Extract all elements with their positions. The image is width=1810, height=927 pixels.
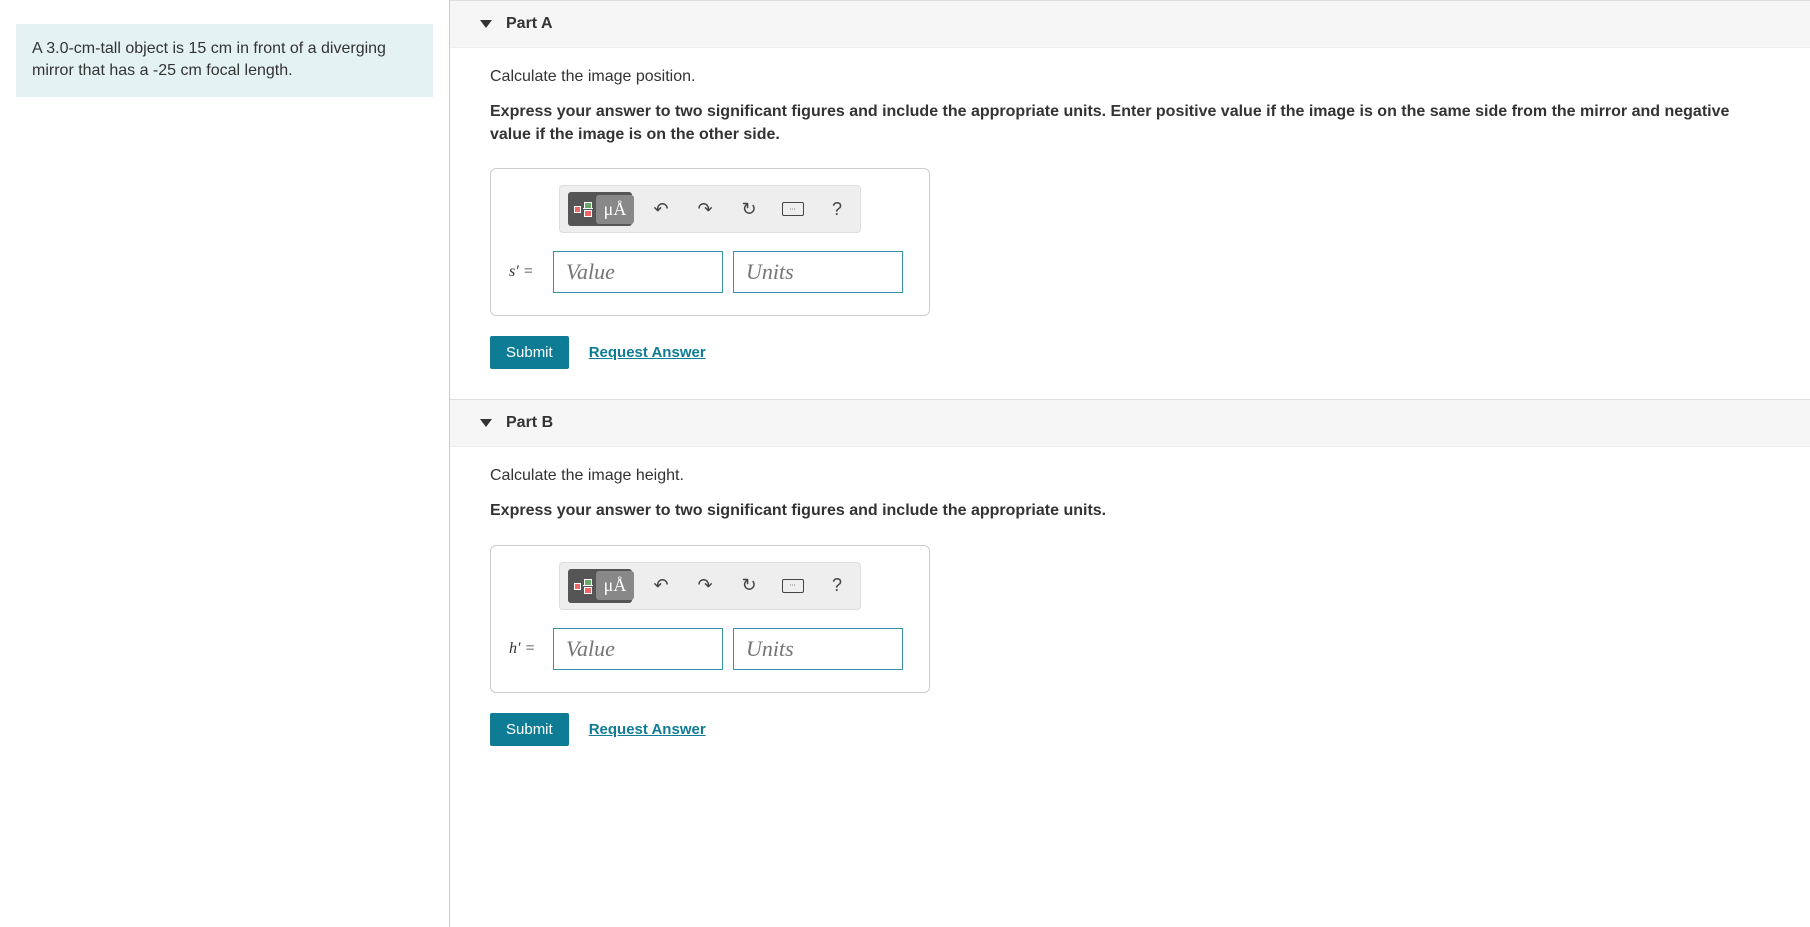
units-symbol-button[interactable]: μÅ bbox=[600, 194, 630, 224]
help-button[interactable]: ? bbox=[822, 194, 852, 224]
templates-button[interactable] bbox=[570, 571, 600, 601]
template-button-group: μÅ bbox=[568, 569, 632, 603]
part-a-variable: s′ = bbox=[509, 263, 543, 281]
templates-button[interactable] bbox=[570, 194, 600, 224]
part-b-toolbar: μÅ ↶ ↷ ↻ ⋯ ? bbox=[559, 562, 861, 610]
units-symbol-button[interactable]: μÅ bbox=[600, 571, 630, 601]
templates-icon bbox=[574, 575, 596, 597]
templates-icon bbox=[574, 198, 596, 220]
undo-button[interactable]: ↶ bbox=[646, 194, 676, 224]
part-a-request-answer-link[interactable]: Request Answer bbox=[589, 344, 706, 361]
reset-icon: ↻ bbox=[741, 575, 756, 596]
part-b-actions: Submit Request Answer bbox=[490, 713, 1770, 746]
problem-statement: A 3.0-cm-tall object is 15 cm in front o… bbox=[16, 24, 433, 97]
part-b-units-input[interactable] bbox=[733, 628, 903, 670]
part-b-instructions: Express your answer to two significant f… bbox=[490, 499, 1770, 522]
part-a-units-input[interactable] bbox=[733, 251, 903, 293]
main-content: Part A Calculate the image position. Exp… bbox=[450, 0, 1810, 927]
chevron-down-icon bbox=[480, 419, 492, 427]
part-b-value-input[interactable] bbox=[553, 628, 723, 670]
part-b-answer-box: μÅ ↶ ↷ ↻ ⋯ ? h′ = bbox=[490, 545, 930, 693]
mu-angstrom-icon: μÅ bbox=[596, 571, 635, 600]
mu-angstrom-icon: μÅ bbox=[596, 195, 635, 224]
part-b-submit-button[interactable]: Submit bbox=[490, 713, 569, 746]
keyboard-icon: ⋯ bbox=[782, 579, 804, 593]
part-a-toolbar: μÅ ↶ ↷ ↻ ⋯ ? bbox=[559, 185, 861, 233]
keyboard-button[interactable]: ⋯ bbox=[778, 571, 808, 601]
redo-icon: ↷ bbox=[697, 199, 712, 220]
redo-icon: ↷ bbox=[697, 575, 712, 596]
part-a-answer-box: μÅ ↶ ↷ ↻ ⋯ ? s′ = bbox=[490, 168, 930, 316]
undo-icon: ↶ bbox=[653, 199, 668, 220]
part-a-title: Part A bbox=[506, 15, 553, 33]
help-icon: ? bbox=[832, 199, 842, 220]
part-b-request-answer-link[interactable]: Request Answer bbox=[589, 721, 706, 738]
keyboard-button[interactable]: ⋯ bbox=[778, 194, 808, 224]
part-a-inputs: s′ = bbox=[509, 251, 911, 293]
part-a-question: Calculate the image position. bbox=[490, 68, 1770, 86]
part-b-body: Calculate the image height. Express your… bbox=[450, 447, 1810, 775]
reset-button[interactable]: ↻ bbox=[734, 571, 764, 601]
part-a-header[interactable]: Part A bbox=[450, 0, 1810, 48]
redo-button[interactable]: ↷ bbox=[690, 571, 720, 601]
reset-icon: ↻ bbox=[741, 199, 756, 220]
part-a-body: Calculate the image position. Express yo… bbox=[450, 48, 1810, 399]
redo-button[interactable]: ↷ bbox=[690, 194, 720, 224]
part-b-title: Part B bbox=[506, 414, 553, 432]
part-a-actions: Submit Request Answer bbox=[490, 336, 1770, 369]
undo-icon: ↶ bbox=[653, 575, 668, 596]
keyboard-icon: ⋯ bbox=[782, 202, 804, 216]
part-a-submit-button[interactable]: Submit bbox=[490, 336, 569, 369]
part-b-variable: h′ = bbox=[509, 640, 543, 658]
template-button-group: μÅ bbox=[568, 192, 632, 226]
part-a-instructions: Express your answer to two significant f… bbox=[490, 100, 1770, 146]
part-b-inputs: h′ = bbox=[509, 628, 911, 670]
part-b-header[interactable]: Part B bbox=[450, 399, 1810, 447]
help-icon: ? bbox=[832, 575, 842, 596]
chevron-down-icon bbox=[480, 20, 492, 28]
undo-button[interactable]: ↶ bbox=[646, 571, 676, 601]
part-a-value-input[interactable] bbox=[553, 251, 723, 293]
part-b-question: Calculate the image height. bbox=[490, 467, 1770, 485]
problem-sidebar: A 3.0-cm-tall object is 15 cm in front o… bbox=[0, 0, 450, 927]
reset-button[interactable]: ↻ bbox=[734, 194, 764, 224]
help-button[interactable]: ? bbox=[822, 571, 852, 601]
